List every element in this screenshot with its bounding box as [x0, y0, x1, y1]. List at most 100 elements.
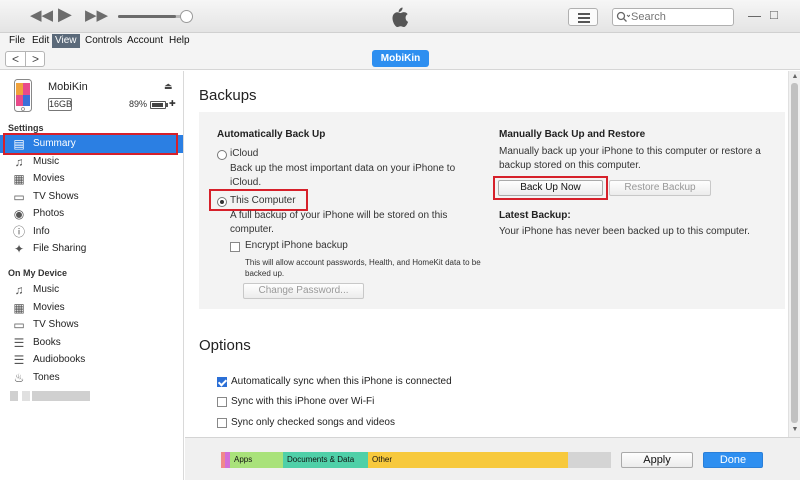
- backups-title: Backups: [199, 87, 257, 104]
- volume-slider[interactable]: [118, 15, 186, 18]
- sidebar-device-books[interactable]: ☰ Books: [0, 334, 183, 352]
- camera-icon: ◉: [13, 207, 25, 221]
- scroll-thumb[interactable]: [791, 83, 798, 423]
- film-icon: ▦: [13, 301, 25, 315]
- minimize-icon[interactable]: —: [748, 8, 761, 23]
- bottom-bar: Apps Documents & Data Other Apply Done: [185, 437, 800, 480]
- title-bar: ◀◀ ▶ ▶▶ — □: [0, 0, 800, 33]
- battery-icon: [150, 101, 168, 109]
- blurred-block: [22, 391, 30, 401]
- icloud-radio[interactable]: [217, 150, 227, 160]
- fast-forward-icon[interactable]: ▶▶: [85, 8, 108, 24]
- charging-icon: ✚: [169, 99, 176, 108]
- volume-level: [118, 15, 176, 18]
- book-icon: ☰: [13, 336, 25, 350]
- battery-tip: [166, 103, 168, 107]
- apps-icon: ✦: [13, 242, 25, 256]
- sidebar-item-label: Music: [33, 156, 60, 167]
- on-my-device-section-label: On My Device: [8, 268, 68, 278]
- battery-percent: 89%: [129, 99, 148, 109]
- manual-backup-description-line1: Manually back up your iPhone to this com…: [499, 146, 761, 157]
- menu-view[interactable]: View: [52, 34, 80, 48]
- menu-help[interactable]: Help: [166, 34, 193, 48]
- this-computer-description-line1: A full backup of your iPhone will be sto…: [230, 210, 448, 221]
- manual-backup-heading: Manually Back Up and Restore: [499, 129, 646, 140]
- highlight-summary: [3, 133, 178, 155]
- device-button[interactable]: MobiKin: [372, 50, 429, 67]
- icloud-label: iCloud: [230, 148, 259, 159]
- play-icon[interactable]: ▶: [58, 5, 72, 23]
- forward-button[interactable]: >: [26, 52, 45, 66]
- main-scrollbar[interactable]: ▲ ▼: [788, 71, 800, 437]
- maximize-icon[interactable]: □: [770, 7, 778, 22]
- restore-backup-button[interactable]: Restore Backup: [609, 180, 711, 196]
- auto-sync-label: Automatically sync when this iPhone is c…: [231, 376, 452, 387]
- list-view-icon: [578, 13, 590, 15]
- scroll-down-icon[interactable]: ▼: [790, 425, 800, 435]
- sidebar-item-label: Tones: [33, 372, 60, 383]
- wifi-sync-checkbox[interactable]: [217, 397, 227, 407]
- storage-segment-free: [568, 452, 611, 468]
- device-header: MobiKin ⏏ 16GB 89% ✚: [0, 71, 184, 121]
- rewind-icon[interactable]: ◀◀: [30, 8, 53, 24]
- done-button[interactable]: Done: [703, 452, 763, 468]
- tv-icon: ▭: [13, 318, 25, 332]
- apple-logo-icon: [392, 7, 409, 28]
- sidebar-item-file-sharing[interactable]: ✦ File Sharing: [0, 240, 183, 258]
- capacity-badge: 16GB: [48, 98, 73, 111]
- eject-icon[interactable]: ⏏: [164, 81, 173, 92]
- manual-backup-description-line2: backup stored on this computer.: [499, 160, 641, 171]
- scroll-up-icon[interactable]: ▲: [790, 72, 800, 82]
- latest-backup-heading: Latest Backup:: [499, 210, 571, 221]
- sidebar-item-tv-shows[interactable]: ▭ TV Shows: [0, 188, 183, 206]
- latest-backup-description: Your iPhone has never been backed up to …: [499, 226, 750, 237]
- encrypt-checkbox[interactable]: [230, 242, 240, 252]
- volume-knob[interactable]: [180, 10, 193, 23]
- change-password-button[interactable]: Change Password...: [243, 283, 364, 299]
- nav-buttons: < >: [5, 51, 45, 67]
- list-view-icon-line: [578, 21, 590, 23]
- list-view-icon-line: [578, 17, 590, 19]
- tv-icon: ▭: [13, 190, 25, 204]
- apply-button[interactable]: Apply: [621, 452, 693, 468]
- sidebar-item-label: Music: [33, 284, 60, 295]
- sidebar-item-label: TV Shows: [33, 191, 79, 202]
- info-icon: ⓘ: [12, 225, 25, 239]
- blurred-block: [32, 391, 90, 401]
- bell-icon: ♨: [13, 371, 25, 385]
- sidebar-item-label: Info: [33, 226, 50, 237]
- sidebar-item-label: File Sharing: [33, 243, 87, 254]
- auto-backup-heading: Automatically Back Up: [217, 129, 326, 140]
- sidebar-device-movies[interactable]: ▦ Movies: [0, 299, 183, 317]
- search-icon: [616, 11, 630, 22]
- sidebar-item-photos[interactable]: ◉ Photos: [0, 205, 183, 223]
- music-note-icon: ♫: [14, 155, 24, 169]
- audiobook-icon: ☰: [13, 353, 25, 367]
- sidebar-device-audiobooks[interactable]: ☰ Audiobooks: [0, 351, 183, 369]
- highlight-this-computer: [209, 189, 308, 211]
- search-input[interactable]: [631, 10, 731, 24]
- back-button[interactable]: <: [6, 52, 25, 66]
- encrypt-label: Encrypt iPhone backup: [245, 240, 348, 251]
- menu-account[interactable]: Account: [124, 34, 166, 48]
- sidebar-item-label: Books: [33, 337, 61, 348]
- list-view-button[interactable]: [568, 8, 598, 26]
- sidebar-device-music[interactable]: ♫ Music: [0, 281, 183, 299]
- sidebar-device-tv-shows[interactable]: ▭ TV Shows: [0, 316, 183, 334]
- sidebar-device-tones[interactable]: ♨ Tones: [0, 369, 183, 387]
- checked-only-label: Sync only checked songs and videos: [231, 417, 395, 428]
- battery-level: [152, 103, 163, 107]
- checked-only-checkbox[interactable]: [217, 418, 227, 428]
- sidebar-item-info[interactable]: ⓘ Info: [0, 223, 183, 241]
- menu-edit[interactable]: Edit: [29, 34, 52, 48]
- sidebar-item-label: Photos: [33, 208, 65, 219]
- auto-sync-checkbox[interactable]: [217, 377, 227, 387]
- sidebar-item-music[interactable]: ♫ Music: [0, 153, 183, 171]
- menu-controls[interactable]: Controls: [82, 34, 125, 48]
- main-content: Backups Automatically Back Up iCloud Bac…: [185, 71, 788, 437]
- blurred-item: [10, 391, 90, 401]
- encrypt-description-line1: This will allow account passwords, Healt…: [245, 258, 481, 267]
- search-box[interactable]: [612, 8, 734, 26]
- sidebar-item-movies[interactable]: ▦ Movies: [0, 170, 183, 188]
- menu-file[interactable]: File: [6, 34, 28, 48]
